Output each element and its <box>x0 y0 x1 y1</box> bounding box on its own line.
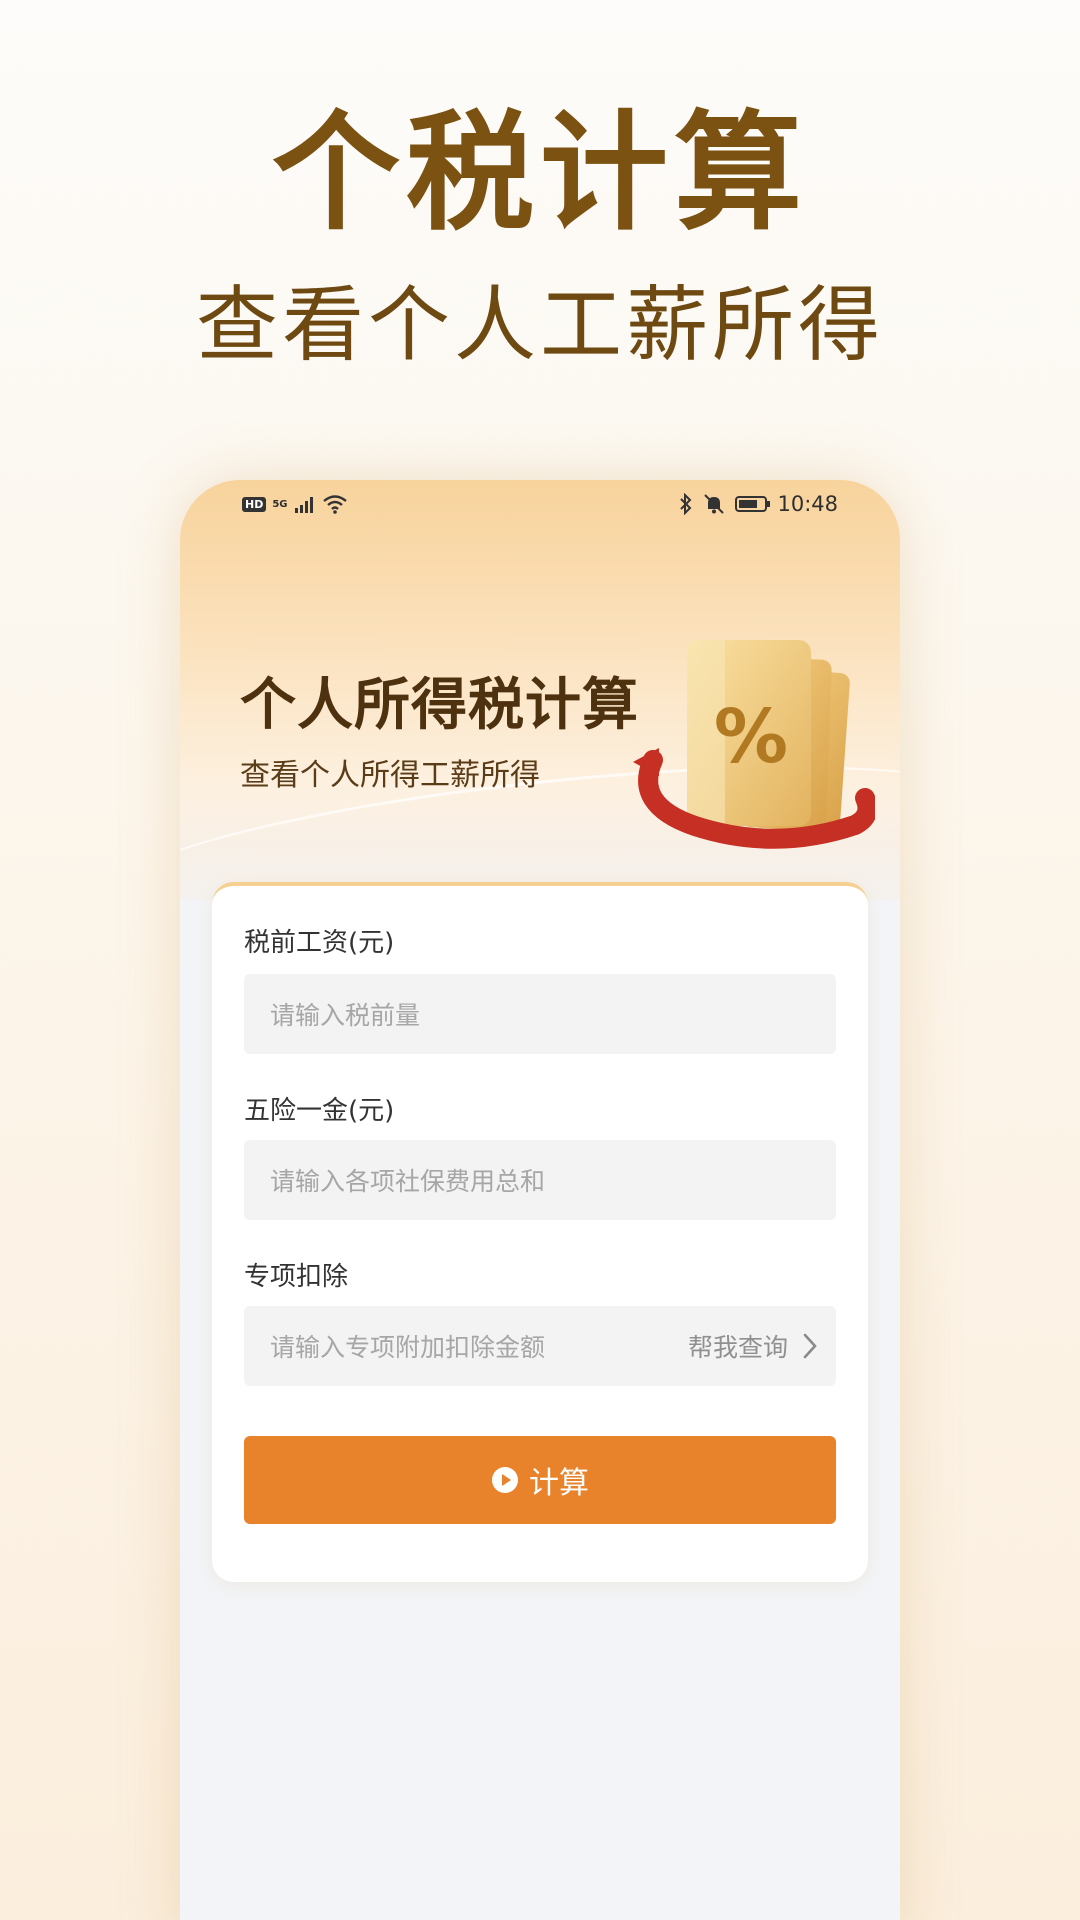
deduction-input[interactable]: 请输入专项附加扣除金额 帮我查询 <box>244 1306 836 1386</box>
calculate-button-label: 计算 <box>529 1466 589 1501</box>
help-query-label: 帮我查询 <box>687 1333 788 1362</box>
wifi-icon <box>322 495 347 514</box>
insurance-input[interactable]: 请输入各项社保费用总和 <box>244 1140 836 1220</box>
salary-input-placeholder: 请输入税前量 <box>270 1001 421 1030</box>
calculate-button[interactable]: 计算 <box>244 1436 836 1524</box>
tax-form-card: 税前工资(元) 请输入税前量 五险一金(元) 请输入各项社保费用总和 专项扣除 … <box>212 882 868 1582</box>
status-left-group: HD 5G <box>242 494 348 514</box>
promo-title: 个税计算 <box>271 99 808 248</box>
insurance-input-placeholder: 请输入各项社保费用总和 <box>270 1167 546 1196</box>
network-type-label: 5G <box>272 498 288 510</box>
signal-icon <box>294 497 313 513</box>
status-bar: HD 5G 10:48 <box>180 480 900 530</box>
help-query-button[interactable]: 帮我查询 <box>688 1306 818 1386</box>
deduction-label: 专项扣除 <box>244 1262 349 1292</box>
chevron-right-icon <box>803 1333 817 1359</box>
illustration-percent-symbol: % <box>714 694 788 780</box>
bluetooth-icon <box>680 493 692 515</box>
salary-input[interactable]: 请输入税前量 <box>244 974 836 1054</box>
tax-coupon-illustration-icon: % <box>633 640 875 849</box>
deduction-input-placeholder: 请输入专项附加扣除金额 <box>270 1333 546 1362</box>
hd-icon: HD <box>242 496 267 512</box>
battery-icon <box>735 496 771 512</box>
mute-icon <box>704 494 725 514</box>
promo-subtitle: 查看个人工薪所得 <box>195 278 884 373</box>
status-time: 10:48 <box>777 492 838 516</box>
banner-title: 个人所得税计算 <box>240 673 639 738</box>
insurance-label: 五险一金(元) <box>244 1096 395 1126</box>
play-circle-icon <box>492 1467 518 1493</box>
phone-frame: HD 5G 10:48 个人所得税计算 查看个人所得工薪所得 % 税前工资(元)… <box>180 480 900 1920</box>
status-right-group: 10:48 <box>679 492 838 516</box>
banner-subtitle: 查看个人所得工薪所得 <box>240 758 540 793</box>
salary-label: 税前工资(元) <box>244 928 395 958</box>
